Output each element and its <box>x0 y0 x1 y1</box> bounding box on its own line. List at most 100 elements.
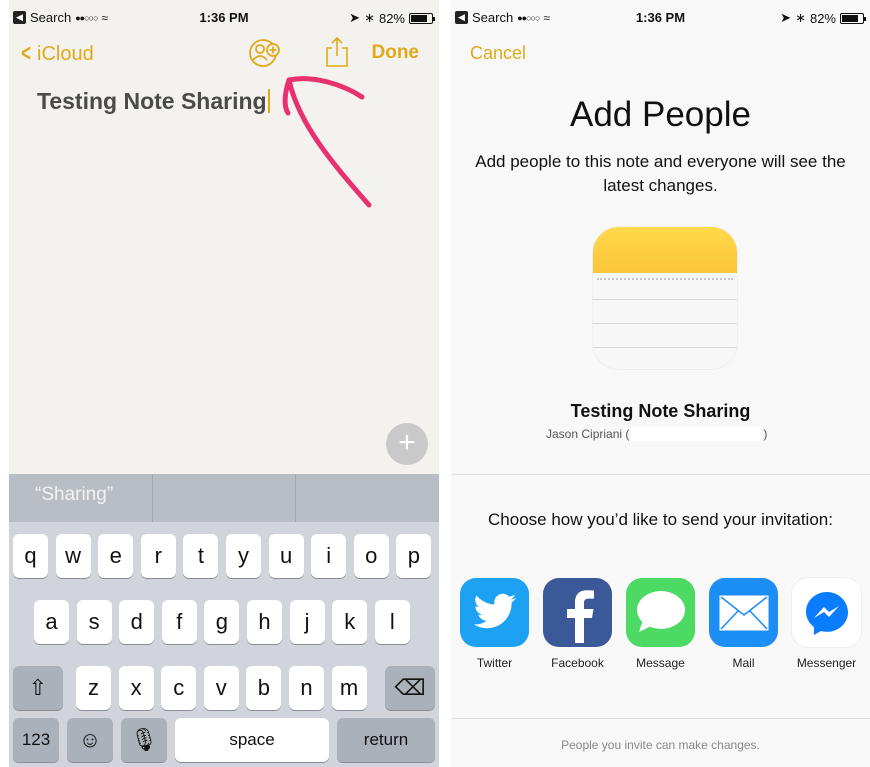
owner-close: ) <box>763 427 768 441</box>
plus-icon: + <box>398 426 416 459</box>
key-x[interactable]: x <box>118 666 154 710</box>
emoji-icon: ☺ <box>78 727 102 752</box>
location-icon: ➤ <box>349 10 361 25</box>
redacted-email <box>631 427 762 441</box>
note-title-text[interactable]: Testing Note Sharing <box>37 88 270 115</box>
back-label: iCloud <box>37 42 94 65</box>
description-text: Add people to this note and everyone wil… <box>475 152 846 195</box>
key-q[interactable]: q <box>13 534 48 578</box>
key-c[interactable]: c <box>161 666 197 710</box>
key-t[interactable]: t <box>183 534 219 578</box>
text-cursor <box>267 89 270 113</box>
suggestion-2[interactable] <box>153 474 297 522</box>
microphone-icon: 🎙 <box>130 727 158 752</box>
owner-info: Jason Cipriani ( ) <box>546 427 767 441</box>
key-e[interactable]: e <box>98 534 134 578</box>
permissions-note: People you invite can make changes. <box>561 738 760 752</box>
delete-key[interactable]: ⌫ <box>385 666 435 710</box>
key-z[interactable]: z <box>76 666 111 710</box>
mail-icon <box>709 578 778 647</box>
numbers-key[interactable]: 123 <box>13 718 59 762</box>
cancel-button[interactable]: Cancel <box>470 43 526 64</box>
notes-editor-screen: ◀ Search ●●○○○ ≈ 1:36 PM ➤ ∗ 82% < iClou… <box>9 0 439 767</box>
share-label: Message <box>636 656 685 670</box>
key-b[interactable]: b <box>246 666 282 710</box>
key-w[interactable]: w <box>55 534 91 578</box>
choose-method-text: Choose how you’d like to send your invit… <box>488 510 833 529</box>
share-icon <box>326 36 348 67</box>
suggestion-1[interactable]: “Sharing” <box>9 474 153 522</box>
dictation-key[interactable]: 🎙 <box>121 718 167 762</box>
key-n[interactable]: n <box>289 666 324 710</box>
emoji-key[interactable]: ☺ <box>67 718 113 762</box>
key-o[interactable]: o <box>353 534 389 578</box>
note-title: Testing Note Sharing <box>37 88 267 114</box>
key-m[interactable]: m <box>331 666 367 710</box>
add-people-screen: ◀ Search ●●○○○ ≈ 1:36 PM ➤ ∗ 82% Cancel … <box>451 0 870 767</box>
share-label: Messenger <box>796 656 857 670</box>
divider <box>451 474 870 475</box>
page-title: Add People <box>570 95 751 134</box>
twitter-icon <box>460 578 529 647</box>
key-i[interactable]: i <box>311 534 347 578</box>
key-h[interactable]: h <box>247 600 282 644</box>
status-bar: ◀ Search ●●○○○ ≈ 1:36 PM ➤ ∗ 82% <box>9 0 439 34</box>
bluetooth-icon: ∗ <box>795 10 806 25</box>
add-people-icon <box>249 39 280 67</box>
annotation-arrow <box>282 76 372 208</box>
owner-name: Jason Cipriani ( <box>546 427 630 441</box>
divider <box>451 718 870 719</box>
shift-icon: ⇧ <box>28 675 48 700</box>
key-j[interactable]: j <box>289 600 325 644</box>
message-icon <box>626 578 695 647</box>
share-options: Twitter Facebook Message Mail Messenger <box>460 578 870 670</box>
share-mail[interactable]: Mail <box>709 578 778 670</box>
share-label: Facebook <box>551 656 604 670</box>
key-p[interactable]: p <box>396 534 432 578</box>
backspace-icon: ⌫ <box>394 675 426 700</box>
facebook-icon <box>543 578 612 647</box>
battery-percent: 82% <box>809 10 836 26</box>
done-button[interactable]: Done <box>372 42 420 64</box>
share-label: Mail <box>732 656 755 670</box>
share-messenger[interactable]: Messenger <box>792 578 861 670</box>
add-checklist-button[interactable]: + <box>386 423 428 465</box>
icloud-back-button[interactable]: < iCloud <box>19 40 94 68</box>
share-twitter[interactable]: Twitter <box>460 578 529 670</box>
battery-percent: 82% <box>378 10 405 26</box>
space-key[interactable]: space <box>175 718 329 762</box>
key-g[interactable]: g <box>204 600 240 644</box>
share-button[interactable] <box>324 36 350 68</box>
key-a[interactable]: a <box>34 600 69 644</box>
key-s[interactable]: s <box>76 600 112 644</box>
key-u[interactable]: u <box>268 534 304 578</box>
add-people-button[interactable] <box>247 37 287 69</box>
status-bar: ◀ Search ●●○○○ ≈ 1:36 PM ➤ ∗ 82% <box>451 0 870 34</box>
suggestion-3[interactable] <box>296 474 439 522</box>
battery-icon <box>409 12 435 24</box>
keyboard: ⇧ ⌫ 123 ☺ 🎙 space return qwertyuiop asdfg… <box>9 522 439 767</box>
quicktype-bar: “Sharing” <box>9 474 439 522</box>
key-f[interactable]: f <box>161 600 197 644</box>
share-message[interactable]: Message <box>626 578 695 670</box>
key-y[interactable]: y <box>226 534 261 578</box>
key-k[interactable]: k <box>332 600 368 644</box>
share-label: Twitter <box>476 656 513 670</box>
chevron-left-icon: < <box>21 40 31 67</box>
key-v[interactable]: v <box>203 666 239 710</box>
messenger-icon <box>792 578 861 647</box>
return-key[interactable]: return <box>337 718 435 762</box>
key-r[interactable]: r <box>140 534 176 578</box>
battery-fill <box>842 14 859 22</box>
battery-fill <box>411 14 428 22</box>
shift-key[interactable]: ⇧ <box>13 666 63 710</box>
key-d[interactable]: d <box>119 600 155 644</box>
shared-note-name: Testing Note Sharing <box>570 401 751 421</box>
bluetooth-icon: ∗ <box>364 10 375 25</box>
notes-nav-bar: < iCloud Done <box>9 34 439 74</box>
share-facebook[interactable]: Facebook <box>543 578 612 670</box>
location-icon: ➤ <box>780 10 792 25</box>
notes-app-icon <box>593 227 737 369</box>
key-l[interactable]: l <box>374 600 410 644</box>
battery-icon <box>840 12 866 24</box>
